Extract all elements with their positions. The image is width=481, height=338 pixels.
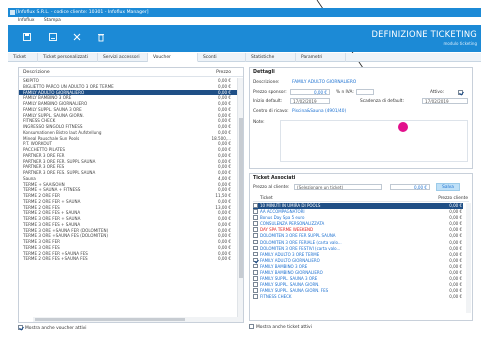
price-field[interactable]: 0,00 € [290, 89, 330, 95]
app-icon [10, 10, 15, 15]
ticket-checkbox[interactable] [253, 245, 258, 251]
page-title: DEFINIZIONE TICKETING [371, 29, 477, 39]
revenue-center-select[interactable]: Piscina&Sauna (4901/40) [292, 109, 346, 114]
ticket-price: 0,00 € [449, 294, 462, 300]
column-header-price[interactable]: Prezzo [216, 68, 231, 77]
screenshot-stage: { "window": { "title": "[Infoflux S.R.L.… [0, 0, 481, 338]
start-date-picker[interactable]: 17/02/2019 [290, 98, 330, 104]
description-label: Descrizione: [253, 80, 280, 85]
ticket-checkbox[interactable] [253, 263, 258, 269]
price-label: Prezzo sponsor: [253, 90, 287, 95]
close-icon[interactable] [72, 32, 82, 42]
details-panel: Dettagli Descrizione: FAMILY ADULTO GIOR… [249, 67, 473, 169]
list-item-price: 0,00 € [217, 256, 231, 262]
checkbox[interactable] [18, 325, 23, 330]
tab-sconti[interactable]: Sconti [198, 53, 246, 62]
list-rows: SKIPITO 0,00 € BIGLIETTO PARCO UN ADULTO 3… [19, 78, 237, 262]
cursor-marker [398, 122, 408, 132]
tickets-scrollbar[interactable] [466, 203, 471, 313]
list-item-name: TERME 2 ORE FES +SAUNA FES [23, 256, 88, 262]
vertical-scrollbar[interactable] [237, 78, 243, 322]
client-price-label: Prezzo al cliente: [253, 185, 290, 190]
tab-ticket[interactable]: Ticket [8, 53, 38, 62]
tab-statistiche[interactable]: Statistiche [246, 53, 296, 62]
add-ticket-button[interactable]: Salva [436, 183, 460, 191]
notes-textarea[interactable] [280, 120, 468, 162]
start-date-label: Inizio default: [253, 99, 283, 104]
ticket-checkbox[interactable] [253, 221, 258, 226]
ticket-checkbox[interactable] [253, 276, 258, 281]
ticket-row[interactable]: FITNESS CHECK 0,00 € [253, 294, 463, 300]
delete-icon[interactable] [96, 32, 106, 42]
ticket-checkbox[interactable] [253, 270, 258, 275]
toolbar: DEFINIZIONE TICKETING modulo ticketing [8, 25, 481, 52]
tab-bar: Ticket Ticket personalizzati Servizi acc… [8, 53, 481, 62]
active-checkbox[interactable] [458, 90, 463, 95]
tab-parametri[interactable]: Parametri [296, 53, 346, 62]
active-label: Attivo: [430, 90, 445, 95]
revenue-center-label: Centro di ricavo: [253, 109, 289, 114]
show-inactive-vouchers-label: Mostra anche voucher attivi [25, 326, 87, 331]
tab-ticket-personalizzati[interactable]: Ticket personalizzati [38, 53, 98, 62]
ticket-checkbox[interactable] [253, 215, 258, 220]
menu-bar: Infoflux Stampa [8, 17, 481, 25]
page-subtitle: modulo ticketing [443, 41, 477, 46]
checkbox[interactable] [249, 324, 254, 329]
window-title-bar: [Infoflux S.R.L. - codice cliente: 10301… [8, 8, 481, 17]
ticket-checkbox[interactable] [253, 203, 258, 208]
description-field[interactable]: FAMILY ADULTO GIORNALIERO [292, 80, 356, 85]
ticket-checkbox[interactable] [253, 282, 258, 287]
ticket-name: FITNESS CHECK [260, 294, 292, 300]
ticket-checkbox[interactable] [253, 233, 258, 238]
ticket-select[interactable]: (Selezionare un ticket) [294, 184, 382, 190]
details-title: Dettagli [253, 70, 275, 75]
ticket-checkbox[interactable] [253, 288, 258, 293]
show-inactive-tickets-toggle[interactable]: Mostra anche ticket attivi [249, 324, 312, 330]
column-header-ticket[interactable]: Ticket [260, 196, 273, 201]
vat-select[interactable] [356, 89, 374, 95]
tab-voucher[interactable]: Voucher [148, 53, 198, 62]
ticket-checkbox[interactable] [253, 209, 258, 214]
voucher-list: Descrizione Prezzo SKIPITO 0,00 € BIGLIETT… [18, 67, 244, 323]
ticket-checkbox[interactable] [253, 239, 258, 245]
tickets-header: Ticket Prezzo cliente [253, 196, 469, 202]
column-header-description[interactable]: Descrizione [23, 68, 50, 77]
scrollbar-thumb[interactable] [239, 118, 243, 278]
tab-servizi-accessori[interactable]: Servizi accessori [98, 53, 148, 62]
list-item[interactable]: TERME 2 ORE FES +SAUNA FES 0,00 € [19, 256, 237, 262]
menu-item-infoflux[interactable]: Infoflux [18, 18, 34, 23]
tickets-title: Ticket Associati [253, 176, 296, 181]
ticket-checkbox[interactable] [253, 257, 258, 263]
list-header: Descrizione Prezzo [19, 68, 243, 77]
save-as-icon[interactable] [48, 32, 58, 42]
menu-item-stampa[interactable]: Stampa [44, 18, 61, 23]
expiry-date-picker[interactable]: 17/02/2019 [422, 98, 468, 104]
vat-label: % n IVA: [336, 90, 354, 95]
show-inactive-tickets-label: Mostra anche ticket attivi [256, 325, 312, 330]
ticket-checkbox[interactable] [253, 251, 258, 257]
ticket-checkbox[interactable] [253, 294, 258, 299]
notes-label: Note: [253, 120, 265, 125]
scrollbar-thumb[interactable] [35, 318, 185, 321]
ticket-checkbox[interactable] [253, 227, 258, 232]
save-icon[interactable] [22, 32, 32, 42]
tickets-rows: 10 MINUTI IN UMIRA DI POOLS 0,00 € AA ACCO… [253, 203, 463, 301]
expiry-date-label: Scadenza di default: [360, 99, 404, 104]
associated-tickets-panel: Ticket Associati Prezzo al cliente: (Sel… [249, 173, 473, 321]
window-title: [Infoflux S.R.L. - codice cliente: 10301… [16, 10, 149, 15]
horizontal-scrollbar[interactable] [33, 317, 243, 322]
column-header-client-price[interactable]: Prezzo cliente [438, 196, 468, 201]
show-inactive-vouchers-toggle[interactable]: Mostra anche voucher attivi [18, 325, 86, 331]
ticket-amount-field[interactable]: 0,00 € [390, 184, 430, 190]
